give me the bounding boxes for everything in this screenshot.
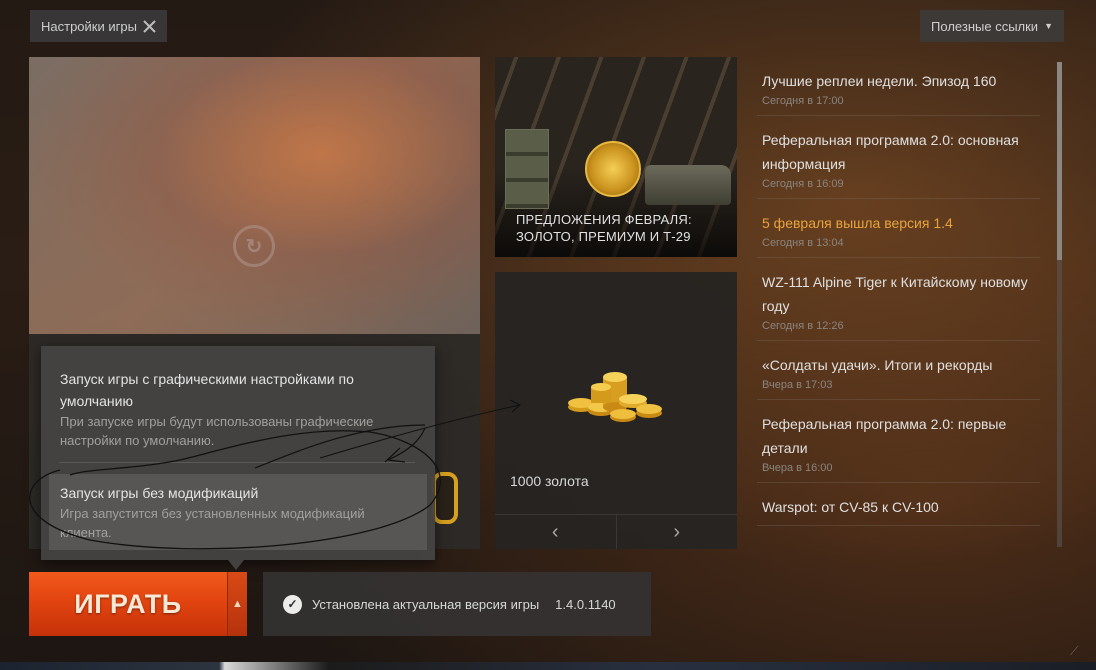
promo-title-line2: ЗОЛОТО, ПРЕМИУМ И Т-29: [516, 229, 691, 244]
news-date: Сегодня в 12:26: [762, 320, 844, 332]
news-date: Вчера в 17:03: [762, 379, 833, 391]
news-title: Лучшие реплеи недели. Эпизод 160: [762, 73, 997, 89]
news-item[interactable]: 5 февраля вышла версия 1.4 Сегодня в 13:…: [757, 199, 1040, 258]
launch-default-graphics-title: Запуск игры с графическими настройками п…: [60, 371, 354, 409]
check-circle-icon: ✓: [283, 594, 302, 614]
news-scrollbar[interactable]: [1057, 62, 1062, 547]
news-scrollbar-thumb[interactable]: [1057, 62, 1062, 260]
gold-emblem-image: [585, 141, 641, 197]
chevron-down-icon: ▼: [1044, 21, 1053, 31]
taskbar-strip: [0, 662, 1096, 670]
launch-without-mods-option[interactable]: Запуск игры без модификаций Игра запусти…: [49, 474, 427, 550]
status-text: Установлена актуальная версия игры: [312, 596, 540, 612]
launch-options-menu: Запуск игры с графическими настройками п…: [41, 346, 435, 560]
news-item[interactable]: Реферальная программа 2.0: первые детали…: [757, 400, 1040, 483]
news-title: Реферальная программа 2.0: первые детали: [762, 416, 1007, 456]
useful-links-label: Полезные ссылки: [931, 18, 1039, 34]
game-settings-label: Настройки игры: [41, 18, 137, 34]
menu-divider: [59, 462, 415, 463]
launch-options-toggle[interactable]: ▲: [227, 572, 247, 636]
news-item[interactable]: Реферальная программа 2.0: основная инфо…: [757, 116, 1040, 199]
launch-default-graphics-option[interactable]: Запуск игры с графическими настройками п…: [49, 360, 427, 458]
promo-title-line1: ПРЕДЛОЖЕНИЯ ФЕВРАЛЯ:: [516, 212, 692, 227]
gold-emblem-icon: [432, 472, 458, 524]
prev-arrow-icon[interactable]: ‹: [495, 515, 616, 549]
news-title: WZ-111 Alpine Tiger к Китайскому новому …: [762, 274, 1028, 314]
game-settings-button[interactable]: Настройки игры: [30, 10, 167, 42]
menu-caret: [228, 560, 244, 570]
launch-without-mods-desc: Игра запустится без установленных модифи…: [60, 506, 365, 540]
news-date: Сегодня в 17:00: [762, 95, 844, 107]
news-date: Сегодня в 16:09: [762, 178, 844, 190]
news-list: Лучшие реплеи недели. Эпизод 160 Сегодня…: [757, 57, 1040, 547]
offer-pager: ‹ ›: [495, 514, 737, 549]
news-date: Вчера в 16:00: [762, 462, 833, 474]
useful-links-dropdown[interactable]: Полезные ссылки ▼: [920, 10, 1064, 42]
news-title: Warspot: от CV-85 к CV-100: [762, 499, 939, 515]
news-date: Сегодня в 13:04: [762, 237, 844, 249]
version-status: ✓ Установлена актуальная версия игры 1.4…: [263, 572, 651, 636]
news-title: Реферальная программа 2.0: основная инфо…: [762, 132, 1019, 172]
news-title: 5 февраля вышла версия 1.4: [762, 215, 953, 231]
promo-card[interactable]: ПРЕДЛОЖЕНИЯ ФЕВРАЛЯ: ЗОЛОТО, ПРЕМИУМ И Т…: [495, 57, 737, 257]
news-title: «Солдаты удачи». Итоги и рекорды: [762, 357, 993, 373]
play-button[interactable]: ИГРАТЬ: [29, 572, 227, 636]
chevron-up-icon: ▲: [232, 598, 243, 610]
next-arrow-icon[interactable]: ›: [617, 515, 738, 549]
resize-grip-icon[interactable]: ⟋: [1070, 644, 1078, 659]
featured-video[interactable]: ↻: [29, 57, 480, 334]
version-number: 1.4.0.1140: [555, 596, 616, 612]
news-item[interactable]: WZ-111 Alpine Tiger к Китайскому новому …: [757, 258, 1040, 341]
gold-offer-card[interactable]: 1000 золота ‹ ›: [495, 272, 737, 549]
launch-without-mods-title: Запуск игры без модификаций: [60, 485, 259, 501]
launch-default-graphics-desc: При запуске игры будут использованы граф…: [60, 414, 374, 448]
news-item[interactable]: Лучшие реплеи недели. Эпизод 160 Сегодня…: [757, 57, 1040, 116]
wargaming-logo-icon: ↻: [233, 225, 275, 267]
tank-image: [645, 165, 731, 205]
crates-image: [505, 129, 549, 209]
tools-icon: [143, 19, 156, 33]
gold-coins-image: [568, 372, 662, 422]
news-item[interactable]: «Солдаты удачи». Итоги и рекорды Вчера в…: [757, 341, 1040, 400]
news-item[interactable]: Warspot: от CV-85 к CV-100: [757, 483, 1040, 526]
gold-offer-label: 1000 золота: [510, 473, 589, 489]
promo-title: ПРЕДЛОЖЕНИЯ ФЕВРАЛЯ: ЗОЛОТО, ПРЕМИУМ И Т…: [516, 211, 726, 245]
